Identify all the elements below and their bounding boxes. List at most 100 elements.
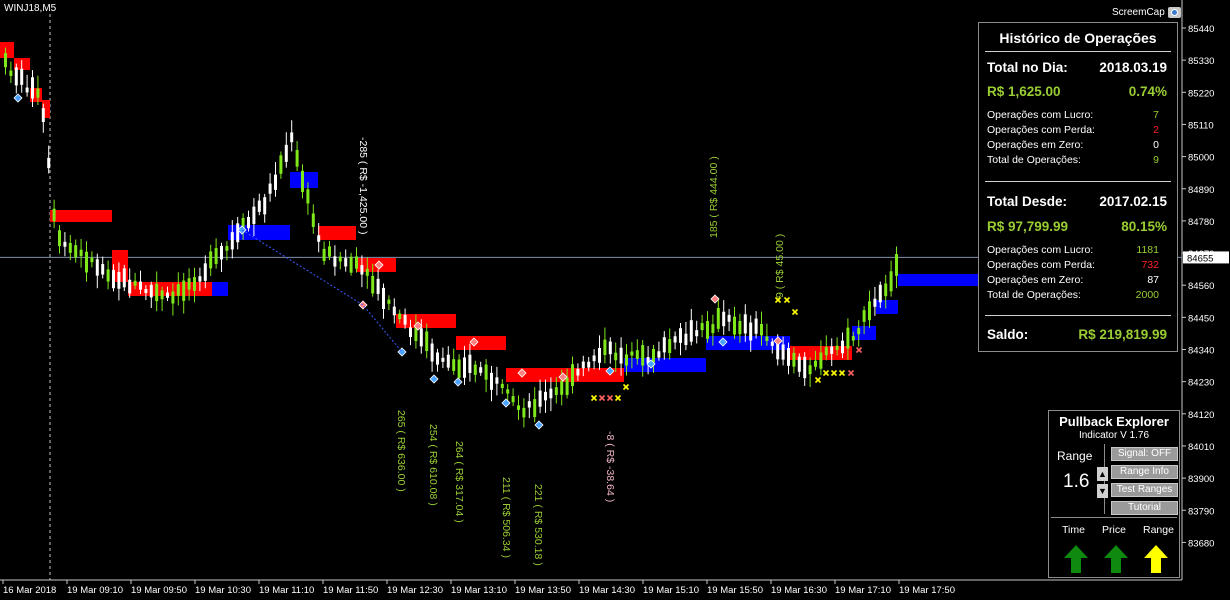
current-price-label: 84655	[1187, 253, 1213, 264]
time-tick-label: 19 Mar 12:30	[387, 585, 443, 596]
price-tick-label: 84780	[1188, 217, 1214, 228]
divider	[985, 181, 1171, 182]
since-loss-row: Operações com Perda: 732	[987, 259, 1167, 271]
day-profit-label: Operações com Lucro:	[987, 109, 1094, 121]
day-loss-value: 2	[1153, 124, 1159, 136]
day-total-ops-value: 9	[1153, 154, 1159, 166]
range-down-button[interactable]: ▼	[1097, 484, 1108, 498]
since-profit-row: Operações com Lucro: 1181	[987, 244, 1167, 256]
screencap-label: ScreemCap	[1112, 7, 1165, 18]
range-up-arrow-icon	[1144, 545, 1168, 573]
price-tick-label: 84560	[1188, 281, 1214, 292]
price-tick-label: 84890	[1188, 185, 1214, 196]
day-amount-row: R$ 1,625.00 0.74%	[987, 84, 1167, 99]
price-tick-label: 85000	[1188, 153, 1214, 164]
time-tick-label: 19 Mar 17:10	[835, 585, 891, 596]
trade-annotation: 221 ( R$ 530.18 )	[532, 484, 544, 566]
time-tick-label: 19 Mar 11:10	[259, 585, 314, 596]
day-profit-value: 7	[1153, 109, 1159, 121]
explorer-title: Pullback Explorer	[1059, 414, 1169, 429]
since-total-label: Total Desde:	[987, 194, 1068, 209]
day-amount: R$ 1,625.00	[987, 84, 1061, 99]
time-tick-label: 19 Mar 17:50	[899, 585, 955, 596]
camera-icon	[1167, 7, 1181, 18]
time-tick-label: 19 Mar 11:50	[323, 585, 378, 596]
since-amount: R$ 97,799.99	[987, 219, 1069, 234]
day-total-ops-label: Total de Operações:	[987, 154, 1081, 166]
time-tick-label: 19 Mar 10:30	[195, 585, 251, 596]
day-total-ops-row: Total de Operações: 9	[987, 154, 1167, 166]
screencap-button[interactable]: ScreemCap	[1112, 7, 1181, 18]
since-zero-row: Operações em Zero: 87	[987, 274, 1167, 286]
since-profit-label: Operações com Lucro:	[987, 244, 1094, 256]
day-total-date: 2018.03.19	[1099, 60, 1167, 75]
since-percent: 80.15%	[1121, 219, 1167, 234]
price-tick-label: 83790	[1188, 506, 1214, 517]
trade-annotation: 9 ( R$ 45.00 )	[774, 234, 786, 298]
divider	[1051, 517, 1177, 518]
history-panel: Histórico de Operações Total no Dia: 201…	[978, 22, 1178, 352]
time-tick-label: 19 Mar 16:30	[771, 585, 827, 596]
range-info-button[interactable]: Range Info	[1111, 465, 1178, 479]
time-tick-label: 19 Mar 13:10	[451, 585, 507, 596]
price-tick-label: 84010	[1188, 442, 1214, 453]
price-tick-label: 85440	[1188, 24, 1214, 35]
price-label: Price	[1102, 524, 1126, 536]
trade-annotation: 264 ( R$ 317.04 )	[453, 441, 465, 523]
day-total-label: Total no Dia:	[987, 60, 1068, 75]
since-profit-value: 1181	[1136, 244, 1159, 256]
day-profit-row: Operações com Lucro: 7	[987, 109, 1167, 121]
price-tick-label: 84120	[1188, 410, 1214, 421]
symbol-label: WINJ18,M5	[4, 3, 57, 14]
time-tick-label: 19 Mar 09:50	[131, 585, 187, 596]
since-total-ops-value: 2000	[1135, 289, 1159, 301]
price-tick-label: 83900	[1188, 474, 1214, 485]
trade-annotation: -285 ( R$ -1,425.00 )	[357, 137, 369, 234]
range-label: Range	[1057, 449, 1093, 463]
time-tick-label: 19 Mar 15:50	[707, 585, 763, 596]
trade-annotation: 254 ( R$ 610.08 )	[427, 424, 439, 506]
since-total-date: 2017.02.15	[1099, 194, 1167, 209]
price-up-arrow-icon	[1104, 545, 1128, 573]
day-zero-label: Operações em Zero:	[987, 139, 1084, 151]
time-tick-label: 19 Mar 09:10	[67, 585, 123, 596]
time-tick-label: 19 Mar 14:30	[579, 585, 635, 596]
day-percent: 0.74%	[1128, 84, 1167, 99]
since-amount-row: R$ 97,799.99 80.15%	[987, 219, 1167, 234]
trade-annotation: -8 ( R$ -38.64 )	[604, 431, 616, 502]
price-tick-label: 84450	[1188, 313, 1214, 324]
since-total-ops-row: Total de Operações: 2000	[987, 289, 1167, 301]
range-value: 1.6	[1063, 471, 1090, 492]
candlesticks	[4, 47, 898, 428]
signal-toggle-button[interactable]: Signal: OFF	[1111, 447, 1178, 461]
explorer-subtitle: Indicator V 1.76	[1078, 430, 1150, 441]
test-ranges-button[interactable]: Test Ranges	[1111, 483, 1178, 497]
price-tick-label: 85110	[1188, 120, 1214, 131]
time-label: Time	[1062, 524, 1085, 536]
divider	[985, 51, 1171, 52]
since-loss-value: 732	[1141, 259, 1159, 271]
balance-row: Saldo: R$ 219,819.99	[987, 327, 1167, 342]
range-up-button[interactable]: ▲	[1097, 467, 1108, 481]
trade-annotation: 265 ( R$ 636.00 )	[395, 410, 407, 492]
tutorial-button[interactable]: Tutorial	[1111, 501, 1178, 515]
pullback-explorer-panel: Pullback Explorer Indicator V 1.76 Range…	[1048, 410, 1180, 578]
day-total-row: Total no Dia: 2018.03.19	[987, 60, 1167, 75]
balance-label: Saldo:	[987, 327, 1029, 342]
price-tick-label: 83680	[1188, 538, 1214, 549]
time-tick-label: 19 Mar 15:10	[643, 585, 699, 596]
price-tick-label: 84340	[1188, 346, 1214, 357]
price-tick-label: 85330	[1188, 56, 1214, 67]
divider	[985, 315, 1171, 316]
day-zero-value: 0	[1153, 139, 1159, 151]
time-up-arrow-icon	[1064, 545, 1088, 573]
since-total-ops-label: Total de Operações:	[987, 289, 1081, 301]
balance-value: R$ 219,819.99	[1078, 327, 1167, 342]
since-zero-value: 87	[1147, 274, 1159, 286]
since-loss-label: Operações com Perda:	[987, 259, 1095, 271]
trade-annotation: 185 ( R$ 444.00 )	[708, 156, 720, 238]
since-total-row: Total Desde: 2017.02.15	[987, 194, 1167, 209]
history-title: Histórico de Operações	[999, 30, 1157, 46]
trade-markers	[13, 93, 863, 430]
since-zero-label: Operações em Zero:	[987, 274, 1084, 286]
